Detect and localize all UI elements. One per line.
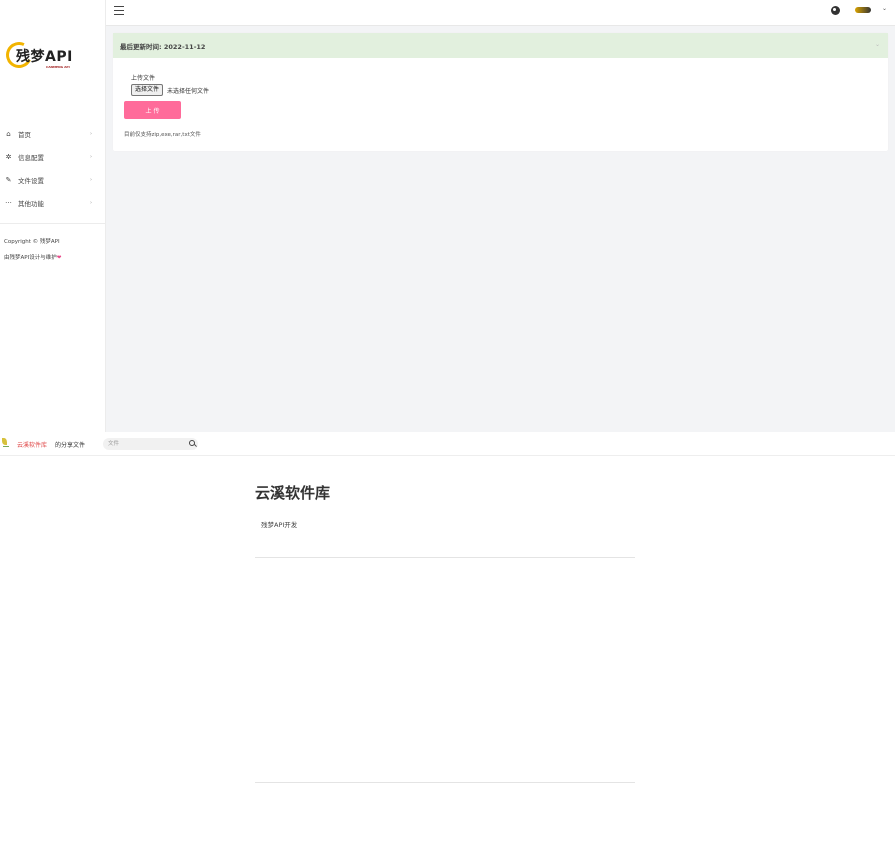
card-title: 最后更新时间: 2022-11-12 bbox=[120, 42, 206, 51]
logo[interactable]: 残梦API CANMENG API bbox=[2, 38, 78, 74]
upload-submit-button[interactable]: 上 传 bbox=[124, 101, 181, 119]
content-divider bbox=[255, 557, 635, 558]
home-icon: ⌂ bbox=[6, 129, 11, 138]
card-header: 最后更新时间: 2022-11-12 ⌄ bbox=[113, 33, 888, 58]
file-status-text: 未选择任何文件 bbox=[167, 88, 210, 95]
chevron-right-icon: › bbox=[90, 153, 92, 160]
search-input[interactable] bbox=[103, 438, 198, 450]
sidebar-menu: ⌂ 首页 › ✲ 信息配置 › ✎ 文件设置 › ··· 其他功能 › bbox=[0, 122, 105, 214]
logo-subtitle: CANMENG API bbox=[46, 65, 70, 69]
avatar[interactable] bbox=[855, 7, 871, 13]
sidebar-item-file-settings[interactable]: ✎ 文件设置 › bbox=[0, 168, 105, 191]
chevron-down-icon[interactable]: ⌄ bbox=[882, 5, 887, 12]
sidebar-item-label: 信息配置 bbox=[18, 153, 44, 162]
gear-icon: ✲ bbox=[5, 152, 12, 161]
page-description: 残梦API开发 bbox=[261, 521, 298, 529]
copyright-text: Copyright © 残梦API bbox=[4, 239, 60, 245]
share-nav-bar: 云溪软件库 的分享文件 bbox=[0, 432, 895, 456]
hamburger-menu-icon[interactable] bbox=[114, 6, 124, 15]
leaf-logo-icon[interactable] bbox=[2, 438, 9, 448]
sidebar: 残梦API CANMENG API ⌂ 首页 › ✲ 信息配置 › ✎ 文件设置… bbox=[0, 0, 106, 432]
choose-file-button[interactable]: 选择文件 bbox=[131, 84, 164, 96]
sidebar-item-label: 其他功能 bbox=[18, 199, 44, 208]
sidebar-divider bbox=[0, 223, 105, 224]
upload-label: 上传文件 bbox=[131, 75, 156, 82]
share-page: 云溪软件库 的分享文件 云溪软件库 残梦API开发 bbox=[0, 432, 895, 849]
sidebar-item-home[interactable]: ⌂ 首页 › bbox=[0, 122, 105, 145]
content-divider bbox=[255, 782, 635, 783]
top-bar: ⌄ bbox=[106, 0, 895, 26]
upload-card: 最后更新时间: 2022-11-12 ⌄ 上传文件 选择文件 未选择任何文件 上… bbox=[113, 33, 888, 151]
sidebar-item-label: 文件设置 bbox=[18, 176, 44, 185]
logo-name: 残梦API bbox=[16, 49, 73, 65]
admin-panel: 残梦API CANMENG API ⌂ 首页 › ✲ 信息配置 › ✎ 文件设置… bbox=[0, 0, 895, 432]
credit-text: 由残梦API设计与维护❤ bbox=[4, 253, 61, 261]
chevron-right-icon: › bbox=[90, 130, 92, 137]
file-type-hint: 目前仅支持zip,exe,rar,txt文件 bbox=[124, 132, 201, 138]
shared-files-link[interactable]: 的分享文件 bbox=[55, 440, 85, 449]
credit-label: 由残梦API设计与维护 bbox=[4, 255, 57, 261]
theme-palette-icon[interactable] bbox=[831, 6, 840, 15]
brand-link[interactable]: 云溪软件库 bbox=[17, 440, 47, 449]
sidebar-item-info-config[interactable]: ✲ 信息配置 › bbox=[0, 145, 105, 168]
chevron-right-icon: › bbox=[90, 176, 92, 183]
search-icon[interactable] bbox=[189, 440, 195, 446]
pencil-icon: ✎ bbox=[5, 175, 12, 184]
sidebar-item-other[interactable]: ··· 其他功能 › bbox=[0, 191, 105, 214]
sidebar-item-label: 首页 bbox=[18, 130, 31, 139]
collapse-icon[interactable]: ⌄ bbox=[875, 41, 880, 48]
more-icon: ··· bbox=[5, 198, 12, 207]
heart-icon: ❤ bbox=[56, 255, 62, 261]
chevron-right-icon: › bbox=[90, 199, 92, 206]
page-title: 云溪软件库 bbox=[255, 484, 331, 502]
